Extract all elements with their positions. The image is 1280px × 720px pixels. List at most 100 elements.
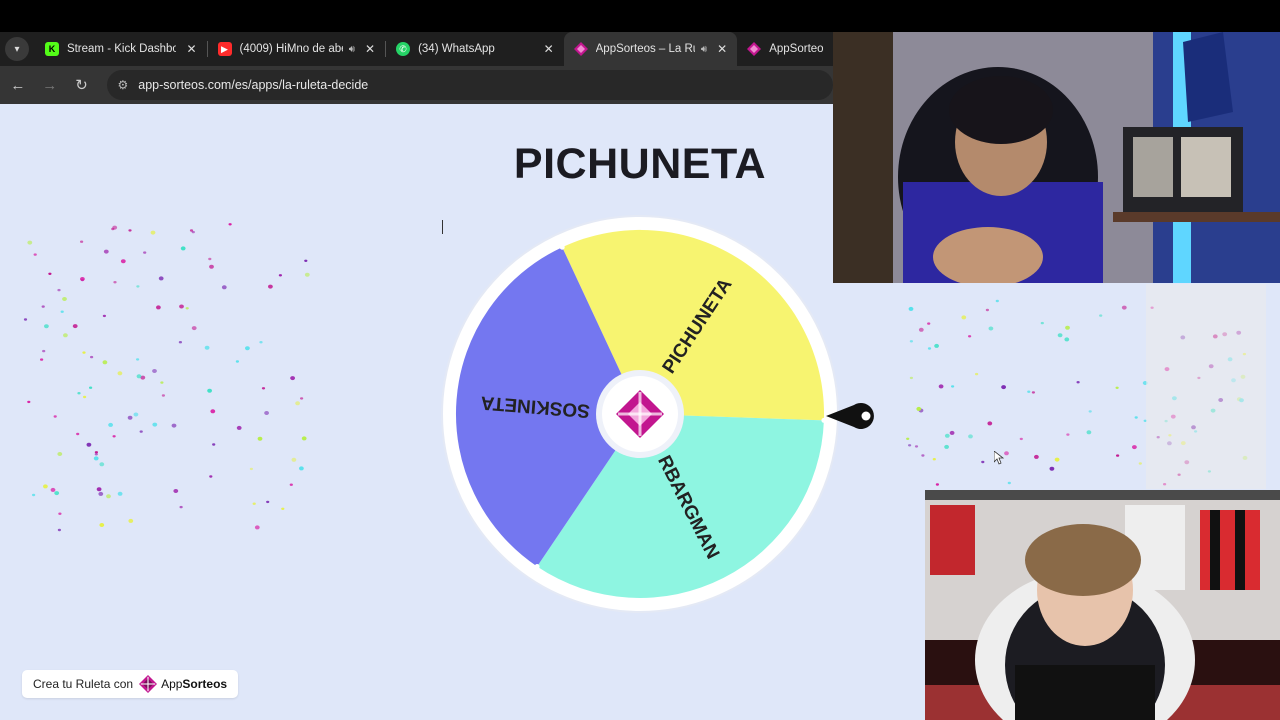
confetti-piece <box>961 315 967 320</box>
confetti-piece <box>951 385 955 388</box>
confetti-piece <box>179 304 184 309</box>
confetti-piece <box>27 400 31 404</box>
brand-name: AppSorteos <box>161 677 227 691</box>
confetti-piece <box>1116 454 1120 457</box>
confetti-piece <box>133 412 139 417</box>
confetti-piece <box>1115 386 1119 389</box>
confetti-piece <box>212 443 216 446</box>
browser-tab-appsorteos-active[interactable]: AppSorteos – La Ruleta 🔊︎ ✕ <box>563 32 738 66</box>
confetti-piece <box>108 422 113 427</box>
confetti-piece <box>1034 454 1039 459</box>
confetti-piece <box>906 437 910 440</box>
confetti-piece <box>98 491 104 496</box>
confetti-piece <box>935 483 940 486</box>
tab-search-button[interactable]: ▾ <box>5 37 29 61</box>
confetti-piece <box>291 457 297 462</box>
confetti-piece <box>152 369 157 373</box>
back-arrow-icon[interactable]: ← <box>4 71 32 99</box>
confetti-piece <box>204 345 210 350</box>
streamer-webcam <box>833 32 1280 283</box>
close-icon[interactable]: ✕ <box>365 42 375 56</box>
confetti-piece <box>23 318 28 321</box>
confetti-piece <box>113 281 117 284</box>
create-roulette-link[interactable]: Crea tu Ruleta con AppSorteos <box>22 670 239 698</box>
forward-arrow-icon[interactable]: → <box>36 71 64 99</box>
confetti-piece <box>252 502 256 505</box>
url-text: app-sorteos.com/es/apps/la-ruleta-decide <box>138 78 369 92</box>
browser-tab-appsorteos[interactable]: AppSorteos – <box>737 32 833 66</box>
confetti-piece <box>180 246 186 251</box>
confetti-piece <box>1088 410 1092 413</box>
confetti-piece <box>245 346 250 351</box>
speaker-icon[interactable]: 🔊︎ <box>349 44 355 55</box>
confetti-piece <box>261 387 266 390</box>
confetti-piece <box>932 458 936 461</box>
confetti-piece <box>927 322 931 325</box>
confetti-piece <box>161 394 165 397</box>
confetti-piece <box>57 528 62 532</box>
winner-title: PICHUNETA <box>513 140 767 188</box>
confetti-piece <box>295 401 300 406</box>
confetti-piece <box>48 272 52 275</box>
confetti-piece <box>949 430 955 435</box>
confetti-piece <box>299 466 304 471</box>
close-icon[interactable]: ✕ <box>186 42 196 56</box>
confetti-piece <box>301 436 307 441</box>
roulette-wheel[interactable]: PICHUNETARBARGMANSOSKINETA <box>428 202 888 632</box>
confetti-piece <box>179 505 183 509</box>
confetti-piece <box>128 518 134 523</box>
confetti-piece <box>259 341 263 344</box>
browser-tab-whatsapp[interactable]: ✆ (34) WhatsApp ✕ <box>386 32 564 66</box>
confetti-piece <box>82 351 86 354</box>
guest-webcam <box>925 490 1280 720</box>
confetti-piece <box>136 285 140 288</box>
confetti-piece <box>1065 325 1070 330</box>
confetti-piece <box>927 347 932 350</box>
confetti-piece <box>185 307 189 310</box>
confetti-piece <box>128 229 132 232</box>
confetti-piece <box>42 349 46 353</box>
browser-tab-kick[interactable]: K Stream - Kick Dashboard ✕ <box>35 32 207 66</box>
confetti-piece <box>254 525 260 530</box>
confetti-piece <box>60 310 64 313</box>
confetti-piece <box>1027 390 1031 393</box>
close-icon[interactable]: ✕ <box>717 42 727 56</box>
confetti-piece <box>111 227 115 231</box>
confetti-piece <box>908 444 912 447</box>
confetti-piece <box>76 432 80 436</box>
confetti-piece <box>264 411 269 415</box>
confetti-piece <box>1007 481 1011 485</box>
close-icon[interactable]: ✕ <box>544 42 554 56</box>
confetti-piece <box>289 483 293 486</box>
confetti-piece <box>127 415 133 420</box>
confetti-piece <box>89 386 93 389</box>
confetti-piece <box>83 395 87 399</box>
site-settings-icon[interactable]: ⚙ <box>117 78 128 92</box>
wheel-pointer-pin <box>861 411 871 421</box>
tab-title: Stream - Kick Dashboard <box>66 43 177 55</box>
confetti-piece <box>304 259 308 262</box>
browser-toolbar: ← → ↻ ⚙ app-sorteos.com/es/apps/la-rulet… <box>0 66 833 104</box>
confetti-piece <box>191 326 197 331</box>
tab-title: AppSorteos – <box>769 43 824 55</box>
confetti-piece <box>44 324 49 329</box>
confetti-piece <box>41 305 45 308</box>
confetti-piece <box>988 326 994 331</box>
confetti-piece <box>96 487 102 492</box>
confetti-piece <box>117 371 123 376</box>
confetti-piece <box>968 335 972 338</box>
confetti-piece <box>171 423 177 428</box>
confetti-piece <box>1134 416 1138 419</box>
speaker-icon[interactable]: 🔊︎ <box>701 44 707 55</box>
confetti-piece <box>916 406 922 411</box>
confetti-piece <box>1004 451 1009 456</box>
confetti-piece <box>290 376 295 381</box>
reload-icon[interactable]: ↻ <box>68 71 96 99</box>
confetti-piece <box>160 381 164 384</box>
confetti-piece <box>99 523 105 527</box>
confetti-piece <box>112 435 116 438</box>
confetti-piece <box>43 484 48 489</box>
browser-tab-youtube[interactable]: ▶ (4009) HiMno de abert 🔊︎ ✕ <box>208 32 386 66</box>
confetti-piece <box>278 274 282 277</box>
address-bar[interactable]: ⚙ app-sorteos.com/es/apps/la-ruleta-deci… <box>107 70 833 100</box>
